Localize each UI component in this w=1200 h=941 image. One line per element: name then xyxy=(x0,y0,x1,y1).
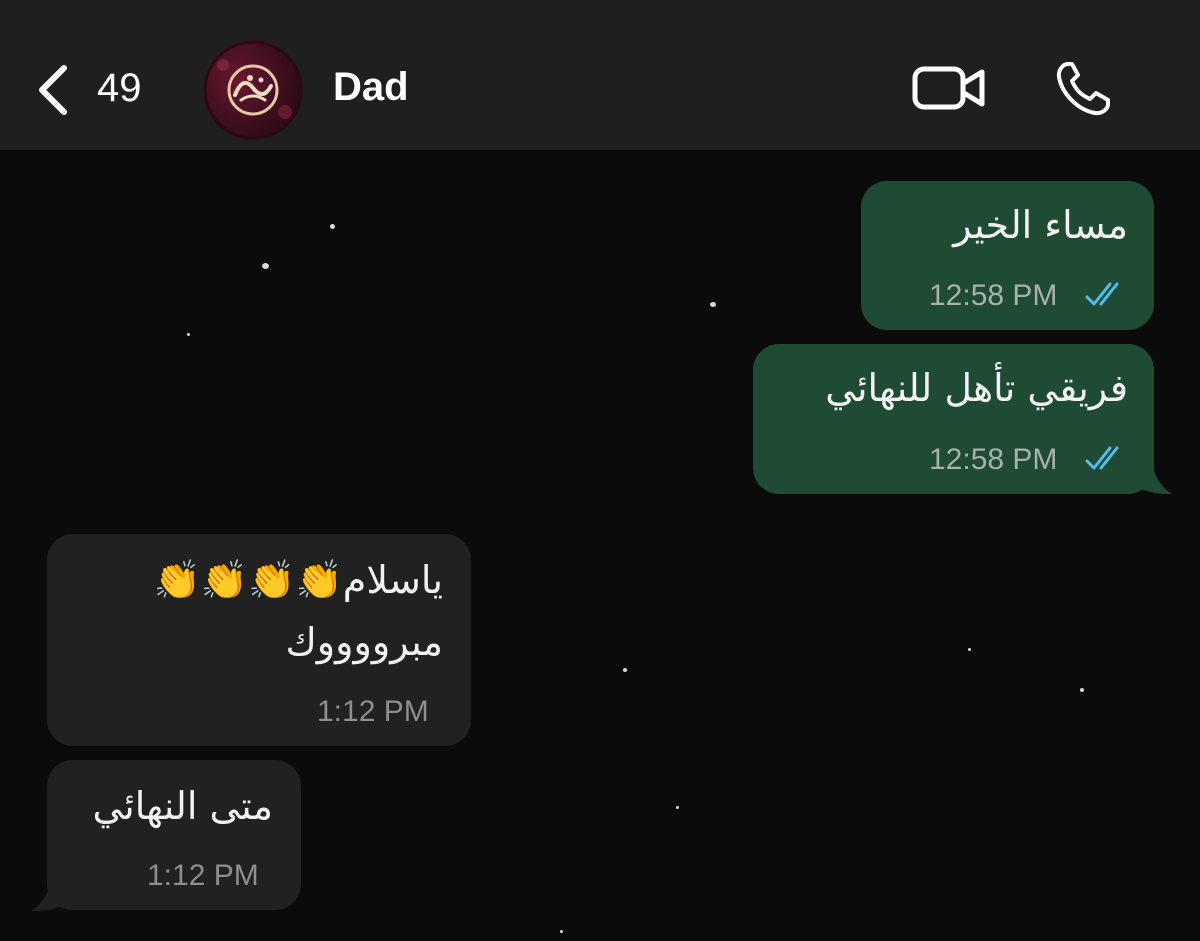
background-star xyxy=(1080,688,1084,692)
message-text-line-1: ياسلام👏👏👏👏 xyxy=(153,558,443,602)
message-text: مساء الخير xyxy=(953,203,1128,247)
incoming-message[interactable]: ياسلام👏👏👏👏 مبرووووك 1:12 PM xyxy=(47,534,471,746)
background-star xyxy=(710,302,716,307)
chat-header: 49 Dad xyxy=(0,0,1200,150)
contact-name[interactable]: Dad xyxy=(333,65,409,110)
message-text-line-2: مبرووووك xyxy=(285,620,443,664)
message-text: فريقي تأهل للنهائي xyxy=(825,366,1128,410)
background-star xyxy=(262,263,269,269)
background-star xyxy=(187,333,190,336)
outgoing-message[interactable]: فريقي تأهل للنهائي 12:58 PM xyxy=(753,344,1154,494)
message-time: 1:12 PM xyxy=(147,859,259,892)
chevron-left-icon[interactable] xyxy=(34,62,74,118)
message-time: 1:12 PM xyxy=(317,695,429,728)
background-star xyxy=(330,224,335,229)
incoming-message[interactable]: متى النهائي 1:12 PM xyxy=(47,760,301,910)
message-time: 12:58 PM xyxy=(929,279,1058,312)
read-receipt-icon xyxy=(1085,446,1119,470)
read-receipt-icon xyxy=(1085,282,1119,306)
message-time: 12:58 PM xyxy=(929,443,1058,476)
back-unread-count[interactable]: 49 xyxy=(97,66,142,111)
background-star xyxy=(560,930,563,933)
outgoing-message[interactable]: مساء الخير 12:58 PM xyxy=(861,181,1154,330)
background-star xyxy=(623,668,627,672)
phone-icon[interactable] xyxy=(1054,60,1112,118)
chat-area[interactable]: مساء الخير 12:58 PM فريقي تأهل للنهائي 1… xyxy=(0,150,1200,941)
avatar[interactable] xyxy=(203,40,303,140)
background-star xyxy=(968,648,971,651)
video-camera-icon[interactable] xyxy=(912,66,986,110)
background-star xyxy=(676,806,679,809)
message-text: متى النهائي xyxy=(92,784,273,828)
